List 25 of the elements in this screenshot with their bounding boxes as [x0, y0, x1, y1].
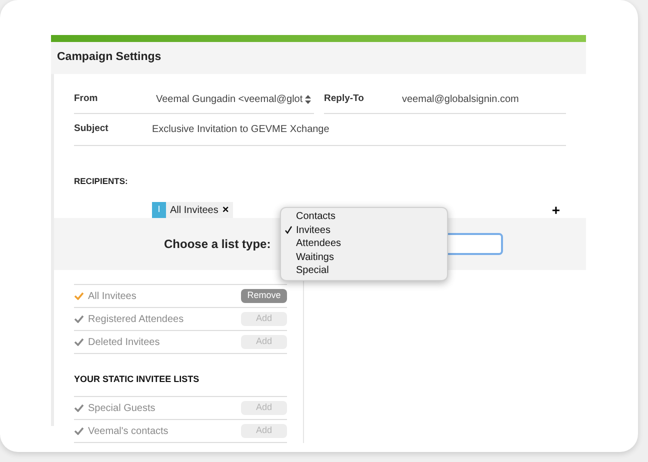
- menu-option[interactable]: Waitings: [281, 250, 447, 264]
- subject-field[interactable]: Exclusive Invitation to GEVME Xchange: [152, 122, 330, 137]
- list-type-label: Choose a list type:: [164, 236, 271, 253]
- updown-icon: [304, 95, 311, 104]
- list-name: All Invitees: [88, 290, 138, 304]
- field-label: Reply-To: [324, 92, 365, 106]
- menu-option[interactable]: Contacts: [281, 210, 447, 224]
- recipient-chip[interactable]: I All Invitees ×: [152, 202, 233, 218]
- from-select[interactable]: Veemal Gungadin <veemal@glot: [156, 92, 311, 107]
- recipients-label: RECIPIENTS:: [74, 176, 128, 186]
- menu-option[interactable]: Attendees: [281, 237, 447, 250]
- menu-option[interactable]: Invitees: [281, 224, 447, 237]
- chip-badge: I: [152, 202, 166, 218]
- chip-remove[interactable]: ×: [222, 202, 229, 218]
- add-recipient-button[interactable]: +: [552, 203, 560, 217]
- field-label: Subject: [74, 122, 110, 136]
- list-name: Deleted Invitees: [88, 336, 161, 350]
- section-heading: YOUR STATIC INVITEE LISTS: [74, 374, 200, 384]
- list-name: Special Guests: [88, 402, 156, 416]
- list-name: Registered Attendees: [88, 312, 185, 326]
- reply-to-field[interactable]: veemal@globalsignin.com: [402, 92, 519, 107]
- list-name: Veemal's contacts: [88, 424, 170, 438]
- menu-option[interactable]: Special: [281, 264, 447, 278]
- panel-title: Campaign Settings: [57, 50, 162, 66]
- field-label: From: [74, 92, 99, 106]
